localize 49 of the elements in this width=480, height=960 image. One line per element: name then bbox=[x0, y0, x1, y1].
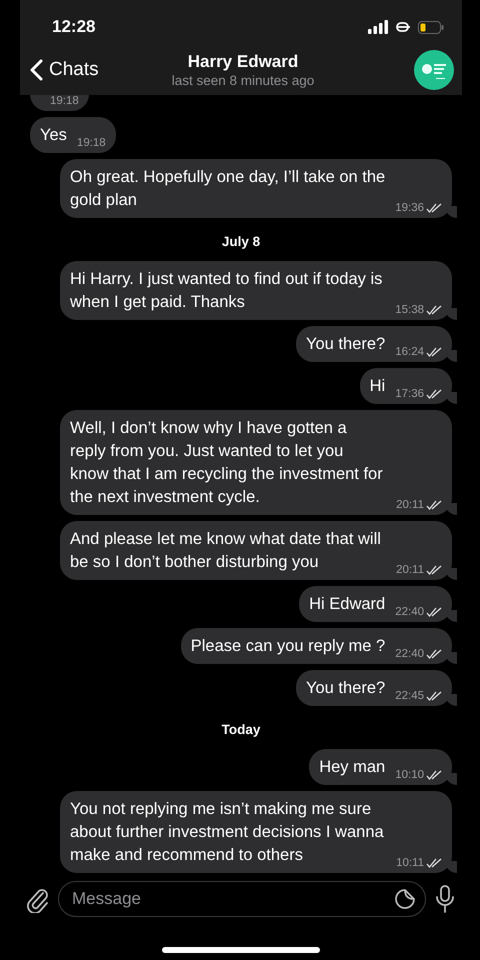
message-time: 20:11 bbox=[396, 563, 424, 577]
message-text: You not replying me isn’t making me sure about further investment decisions I wanna make and recommend to others bbox=[70, 799, 385, 866]
message-text: Hi Harry. I just wanted to find out if today is when I get paid. Thanks bbox=[70, 269, 384, 313]
double-check-icon bbox=[426, 649, 442, 659]
double-check-icon bbox=[426, 305, 442, 315]
message-time: 22:40 bbox=[395, 605, 424, 619]
message-time: 10:11 bbox=[396, 856, 424, 870]
double-check-icon bbox=[426, 389, 442, 399]
signal-icon bbox=[368, 20, 390, 34]
double-check-icon bbox=[426, 347, 442, 357]
double-check-icon bbox=[426, 858, 442, 868]
message-text: You there? bbox=[306, 678, 386, 699]
avatar-icon[interactable] bbox=[414, 50, 454, 90]
message-time: 20:11 bbox=[396, 498, 424, 512]
message-time: 19:36 bbox=[395, 201, 424, 215]
message-time: 19:18 bbox=[76, 136, 106, 150]
sticker-icon bbox=[393, 887, 417, 911]
message-text: Hi bbox=[370, 376, 386, 397]
double-check-icon bbox=[426, 500, 442, 510]
double-check-icon bbox=[426, 770, 442, 780]
chevron-left-icon bbox=[30, 59, 43, 81]
message-text: Hi Edward bbox=[309, 594, 386, 615]
message-text: Hey man bbox=[319, 757, 386, 778]
status-time: 12:28 bbox=[52, 17, 96, 37]
message-text: Please can you reply me ? bbox=[190, 636, 386, 657]
message-field[interactable]: Message bbox=[58, 881, 426, 917]
double-check-icon bbox=[426, 691, 442, 701]
message-time: 15:38 bbox=[395, 303, 424, 317]
message-time: 17:36 bbox=[395, 387, 424, 401]
message-text: You there? bbox=[306, 334, 386, 355]
message-text: Well, I don’t know why I have gotten a reply from you. Just wanted to let you know that I am recycling the investment for the next investment cycle. bbox=[70, 418, 384, 508]
message-time: 22:40 bbox=[395, 647, 424, 661]
message-text: Yes bbox=[40, 125, 67, 146]
battery-icon bbox=[418, 20, 444, 34]
back-button[interactable]: Chats bbox=[26, 55, 122, 85]
microphone-icon bbox=[434, 884, 456, 914]
last-seen-status: last seen 8 minutes ago bbox=[172, 73, 314, 88]
message-time: 10:10 bbox=[395, 768, 424, 782]
double-check-icon bbox=[426, 203, 442, 213]
date-label: Today bbox=[222, 722, 260, 737]
message-text: Oh great. Hopefully one day, I’ll take on the gold plan bbox=[70, 167, 386, 211]
message-text: And please let me know what date that will be so I don’t bother disturbing you bbox=[70, 529, 382, 573]
double-check-icon bbox=[426, 565, 442, 575]
message-time: 22:45 bbox=[395, 689, 424, 703]
contact-name: Harry Edward bbox=[188, 52, 298, 72]
message-time: 19:18 bbox=[50, 94, 79, 108]
message-time: 16:24 bbox=[395, 345, 424, 359]
double-check-icon bbox=[426, 607, 442, 617]
date-label: July 8 bbox=[222, 234, 260, 249]
